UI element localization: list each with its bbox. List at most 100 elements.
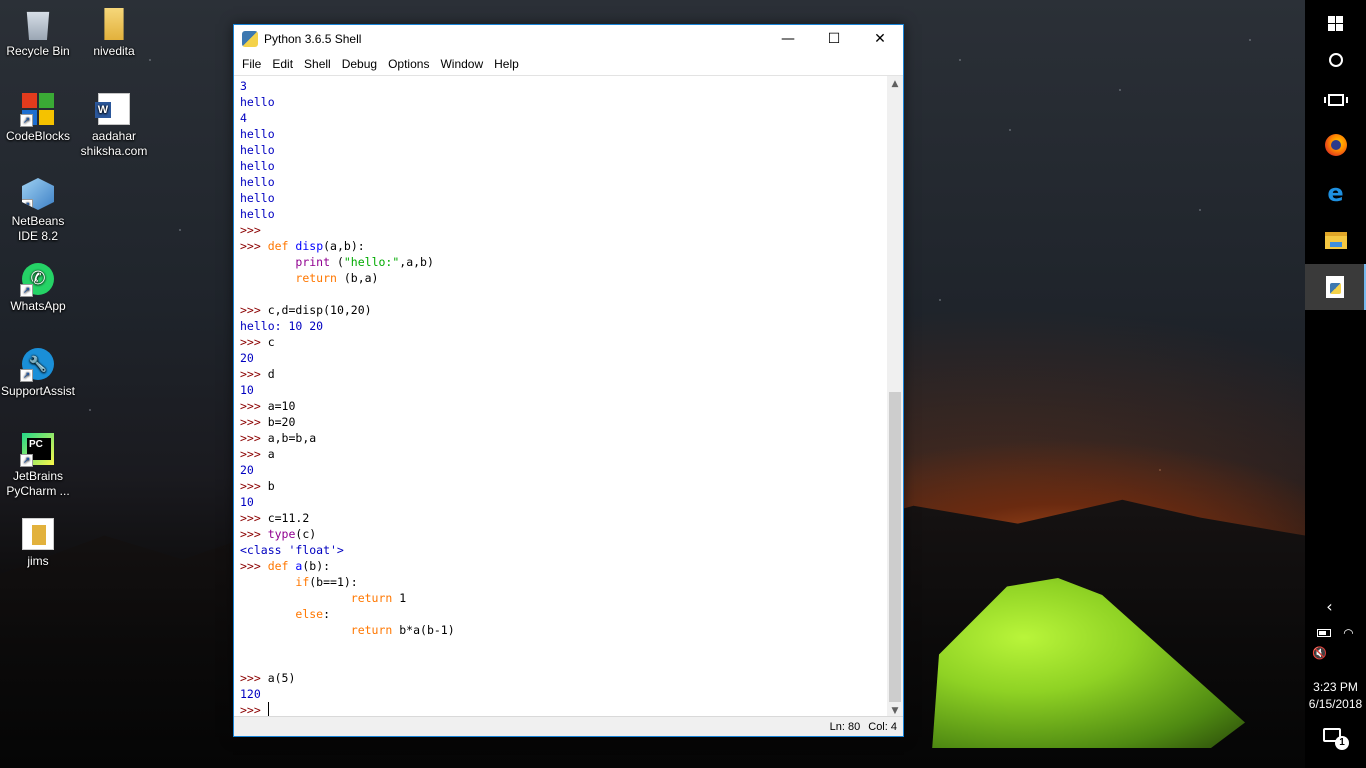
- shell-line: hello: [240, 175, 275, 189]
- window-titlebar[interactable]: Python 3.6.5 Shell — ☐ ✕: [234, 25, 903, 53]
- shell-line: print ("hello:",a,b): [295, 255, 434, 269]
- desktop-icon-label: CodeBlocks: [5, 129, 71, 143]
- supportassist-icon: [20, 348, 54, 382]
- wifi-icon[interactable]: ◠: [1343, 626, 1353, 640]
- desktop-icon-nivedita[interactable]: nivedita: [76, 8, 152, 59]
- shell-line: >>> b: [240, 479, 275, 493]
- clock[interactable]: 3:23 PM 6/15/2018: [1305, 679, 1366, 713]
- desktop-icon-aadahar[interactable]: aadahar shiksha.com: [76, 93, 152, 159]
- volume-muted-icon[interactable]: 🔇: [1289, 646, 1350, 660]
- menu-file[interactable]: File: [238, 57, 268, 71]
- shell-line: hello: [240, 207, 275, 221]
- clock-date: 6/15/2018: [1308, 697, 1363, 711]
- desktop-icon-label: JetBrains PyCharm ...: [6, 469, 70, 498]
- shell-line: hello: [240, 127, 275, 141]
- action-center-button[interactable]: 1: [1323, 728, 1349, 752]
- file-explorer-taskbar-button[interactable]: [1305, 217, 1366, 263]
- file-explorer-icon: [1324, 231, 1347, 249]
- scroll-up-icon[interactable]: ▲: [887, 76, 903, 92]
- shell-line: <class 'float'>: [240, 543, 344, 557]
- shell-editor[interactable]: 3 hello 4 hello hello hello hello hello hello >>>…: [234, 75, 903, 719]
- close-button[interactable]: ✕: [857, 25, 903, 53]
- minimize-button[interactable]: —: [765, 25, 811, 53]
- desktop-icon-label: aadahar shiksha.com: [80, 129, 148, 158]
- desktop-icon-supportassist[interactable]: SupportAssist: [0, 348, 76, 399]
- pycharm-icon: [20, 433, 54, 467]
- python-shell-window[interactable]: Python 3.6.5 Shell — ☐ ✕ File Edit Shell…: [233, 24, 904, 737]
- maximize-button[interactable]: ☐: [811, 25, 857, 53]
- status-bar: Ln: 80 Col: 4: [234, 716, 903, 736]
- battery-icon[interactable]: [1317, 629, 1332, 637]
- menu-shell[interactable]: Shell: [300, 57, 338, 71]
- shell-line: >>> a,b=b,a: [240, 431, 317, 445]
- clock-time: 3:23 PM: [1313, 680, 1358, 694]
- codeblocks-icon: [20, 93, 54, 127]
- menu-edit[interactable]: Edit: [268, 57, 300, 71]
- edge-taskbar-button[interactable]: e: [1305, 170, 1366, 216]
- vertical-scrollbar[interactable]: ▲ ▼: [887, 76, 903, 719]
- desktop-icon-codeblocks[interactable]: CodeBlocks: [0, 93, 76, 144]
- shell-line: >>> c=11.2: [240, 511, 310, 525]
- file-icon: [22, 518, 54, 550]
- shell-line: 3: [240, 79, 247, 93]
- netbeans-icon: [22, 178, 54, 210]
- shell-line: >>> b=20: [240, 415, 296, 429]
- cortana-icon: [1328, 53, 1343, 67]
- shell-line: return b*a(b-1): [350, 623, 455, 637]
- shell-line: >>> def disp(a,b):: [240, 239, 365, 253]
- python-icon: [242, 31, 258, 47]
- scrollbar-thumb[interactable]: [889, 392, 901, 702]
- menu-window[interactable]: Window: [436, 57, 490, 71]
- shell-line: 10: [240, 495, 254, 509]
- shell-output[interactable]: 3 hello 4 hello hello hello hello hello hello >>>…: [234, 76, 887, 719]
- shell-line: >>> d: [240, 367, 275, 381]
- desktop-icon-pycharm[interactable]: JetBrains PyCharm ...: [0, 433, 76, 499]
- menu-help[interactable]: Help: [490, 57, 526, 71]
- shell-line: if(b==1):: [295, 575, 358, 589]
- status-line: Ln: 80: [829, 720, 861, 733]
- menu-debug[interactable]: Debug: [338, 57, 384, 71]
- python-file-icon: [1325, 276, 1344, 298]
- desktop-icon-label: WhatsApp: [10, 299, 66, 313]
- shell-line: hello: 10 20: [240, 319, 324, 333]
- shell-line: >>> c: [240, 335, 275, 349]
- menu-bar: File Edit Shell Debug Options Window Hel…: [234, 53, 903, 75]
- task-view-button[interactable]: [1305, 77, 1366, 123]
- shell-line: 4: [240, 111, 247, 125]
- shell-line: hello: [240, 159, 275, 173]
- desktop-icon-recycle-bin[interactable]: Recycle Bin: [0, 8, 76, 59]
- desktop-icon-netbeans[interactable]: NetBeans IDE 8.2: [0, 178, 76, 244]
- desktop-icon-label: NetBeans IDE 8.2: [11, 214, 65, 243]
- python-taskbar-button[interactable]: [1305, 264, 1366, 310]
- shell-line: hello: [240, 143, 275, 157]
- shell-line: >>> type(c): [240, 527, 317, 541]
- shell-line: 10: [240, 383, 254, 397]
- shell-line: >>> a=10: [240, 399, 296, 413]
- show-hidden-icons-chevron-icon[interactable]: ‹: [1299, 597, 1360, 616]
- shell-line: 20: [240, 351, 254, 365]
- edge-icon: e: [1327, 179, 1344, 207]
- desktop-icon-label: nivedita: [93, 44, 135, 58]
- folder-icon: [104, 8, 124, 40]
- task-view-icon: [1323, 94, 1348, 106]
- desktop-icon-label: Recycle Bin: [6, 44, 70, 58]
- shell-line: >>> a(5): [240, 671, 296, 685]
- windows-logo-icon: [1328, 15, 1343, 31]
- firefox-taskbar-button[interactable]: [1305, 122, 1366, 168]
- text-cursor: [267, 702, 269, 716]
- menu-options[interactable]: Options: [384, 57, 436, 71]
- desktop-icon-label: SupportAssist: [0, 384, 76, 398]
- desktop-icon-whatsapp[interactable]: WhatsApp: [0, 263, 76, 314]
- taskbar: e ‹ ◠ 🔇 3:23 PM 6/15/2018 1: [1305, 0, 1366, 768]
- shell-line: >>> a: [240, 447, 275, 461]
- shell-line: >>>: [240, 223, 268, 237]
- whatsapp-icon: [20, 263, 54, 297]
- shell-line: else:: [295, 607, 331, 621]
- shell-line: >>> c,d=disp(10,20): [240, 303, 372, 317]
- desktop-icon-label: jims: [27, 554, 49, 568]
- shell-line: return (b,a): [295, 271, 379, 285]
- desktop-icon-jims[interactable]: jims: [0, 518, 76, 569]
